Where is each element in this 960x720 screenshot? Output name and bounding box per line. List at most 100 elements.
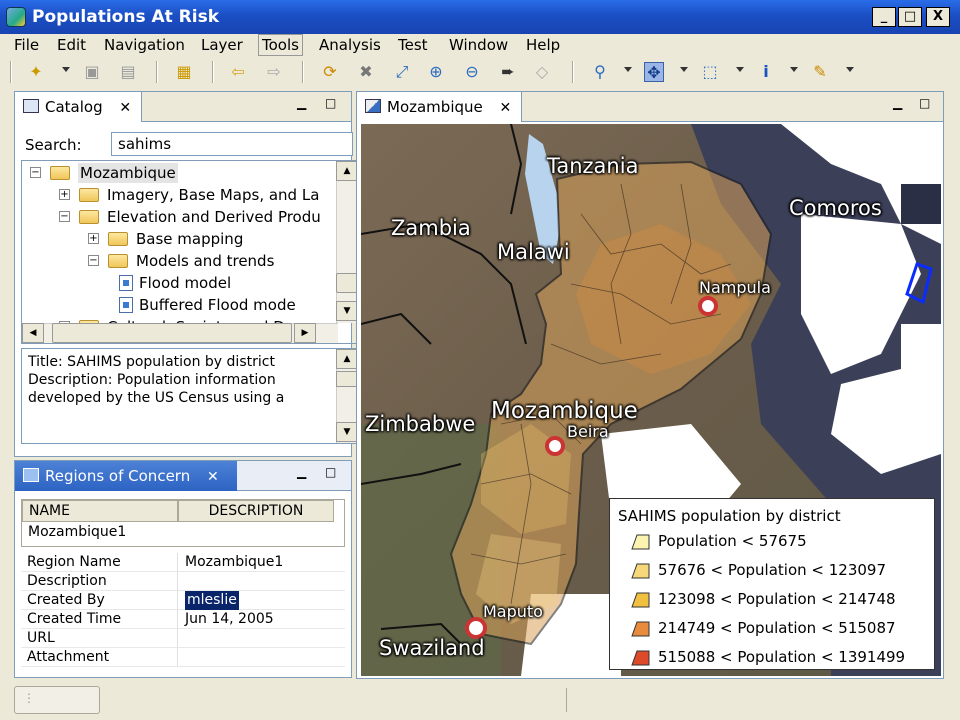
next-icon[interactable]: ➨ [498,62,518,82]
description-line: Description: Population information [28,372,276,388]
scroll-left-icon[interactable]: ◀ [22,323,44,343]
chevron-down-icon[interactable] [846,67,854,72]
menu-bar: File Edit Navigation Layer Tools Analysi… [0,34,960,56]
zoom-in-icon[interactable]: ⊕ [426,62,446,82]
zoom-out-icon[interactable]: ⊖ [462,62,482,82]
column-header-name[interactable]: NAME [22,500,178,522]
chevron-down-icon[interactable] [624,67,632,72]
maximize-icon[interactable]: □ [325,465,336,479]
tree-horizontal-scrollbar[interactable]: ◀ ▶ [22,323,338,343]
chevron-down-icon[interactable] [790,67,798,72]
property-row[interactable]: Description [21,572,345,591]
property-row[interactable]: Region Name Mozambique1 [21,553,345,572]
back-arrow-icon[interactable]: ⇦ [228,62,248,82]
catalog-tree: − Mozambique + Imagery, Base Maps, and La − E… [21,160,359,344]
scroll-thumb[interactable] [52,323,292,343]
eraser-icon[interactable]: ◇ [532,62,552,82]
property-divider [177,648,178,666]
scroll-thumb[interactable] [336,273,358,293]
legend-swatch-icon [630,533,650,551]
tab-regions-of-concern[interactable]: Regions of Concern ✕ [15,461,237,491]
chevron-down-icon[interactable] [736,67,744,72]
description-scrollbar[interactable]: ▲ ▼ [336,349,358,443]
tab-catalog[interactable]: Catalog ✕ [15,92,143,122]
select-rectangle-icon[interactable]: ⬚ [700,62,720,82]
catalog-panel: Catalog ✕ ▁ □ Search: − Mozambique + Imager… [14,91,359,457]
catalog-tab-header: Catalog ✕ ▁ □ [15,92,351,122]
tab-mozambique[interactable]: Mozambique ✕ [357,92,523,122]
property-row[interactable]: Created By mleslie [21,591,345,610]
folder-icon [108,232,128,246]
minimize-icon[interactable]: ▁ [297,465,306,479]
maximize-icon[interactable]: □ [325,96,336,110]
property-key: URL [27,630,55,646]
collapse-icon[interactable]: − [59,211,70,222]
table-row[interactable]: Mozambique1 [28,524,126,540]
search-label: Search: [25,136,82,154]
menu-file[interactable]: File [14,36,39,54]
chevron-down-icon[interactable] [680,67,688,72]
column-header-description[interactable]: DESCRIPTION [178,500,334,522]
refresh-icon[interactable]: ⟳ [320,62,340,82]
expand-icon[interactable]: + [88,233,99,244]
legend-label: 57676 < Population < 123097 [658,561,886,579]
menu-analysis[interactable]: Analysis [319,36,381,54]
tools-icon[interactable]: ✎ [810,62,830,82]
property-value[interactable]: Mozambique1 [185,553,283,572]
scroll-up-icon[interactable]: ▲ [336,349,358,369]
menu-tools[interactable]: Tools [258,34,303,56]
legend-label: 515088 < Population < 1391499 [658,648,906,666]
new-map-icon[interactable]: ▦ [174,62,194,82]
close-icon[interactable]: ✕ [500,100,512,116]
search-icon[interactable]: ⚲ [590,62,610,82]
close-button[interactable]: X [926,7,950,27]
collapse-icon[interactable]: − [30,167,41,178]
scroll-down-icon[interactable]: ▼ [336,422,358,442]
search-input[interactable] [111,132,353,156]
nampula-marker [698,296,718,316]
property-row[interactable]: Created Time Jun 14, 2005 [21,610,345,629]
maputo-marker [465,617,487,639]
scroll-down-icon[interactable]: ▼ [336,301,358,321]
minimize-icon[interactable]: ▁ [893,96,902,110]
close-icon[interactable]: ✕ [207,469,219,485]
property-value[interactable]: Jun 14, 2005 [185,610,274,629]
maximize-icon[interactable]: □ [919,96,930,110]
toolbar-separator [572,61,574,83]
save-icon[interactable]: ▣ [82,62,102,82]
menu-navigation[interactable]: Navigation [104,36,185,54]
property-row[interactable]: Attachment [21,648,345,667]
tree-node-label: Mozambique [78,163,178,183]
minimize-button[interactable]: _ [872,7,896,27]
property-value[interactable]: mleslie [185,591,239,610]
minimize-icon[interactable]: ▁ [297,96,306,110]
menu-test[interactable]: Test [398,36,428,54]
collapse-icon[interactable]: − [88,255,99,266]
property-key: Description [27,573,107,589]
pan-icon[interactable]: ✥ [644,62,664,82]
property-row[interactable]: URL [21,629,345,648]
chevron-down-icon[interactable] [62,67,70,72]
folder-icon [50,166,70,180]
zoom-extent-icon[interactable]: ⤢ [392,62,412,82]
new-icon[interactable]: ✦ [26,62,46,82]
menu-window[interactable]: Window [449,36,508,54]
expand-icon[interactable]: + [59,189,70,200]
maximize-button[interactable]: □ [898,7,922,27]
scroll-up-icon[interactable]: ▲ [336,161,358,181]
forward-arrow-icon[interactable]: ⇨ [264,62,284,82]
menu-edit[interactable]: Edit [57,36,86,54]
menu-help[interactable]: Help [526,36,560,54]
label-comoros: Comoros [789,196,882,220]
folder-icon [79,188,99,202]
stop-icon[interactable]: ✖ [356,62,376,82]
toolbar: ✦ ▣ ▤ ▦ ⇦ ⇨ ⟳ ✖ ⤢ ⊕ ⊖ ➨ ◇ ⚲ ✥ ⬚ i ✎ [0,57,960,87]
scroll-right-icon[interactable]: ▶ [294,323,316,343]
tree-vertical-scrollbar[interactable]: ▲ ▼ [336,161,358,323]
tree-node-label: Flood model [139,274,232,292]
menu-layer[interactable]: Layer [201,36,243,54]
scroll-thumb[interactable] [336,371,358,387]
save-all-icon[interactable]: ▤ [118,62,138,82]
close-icon[interactable]: ✕ [119,100,131,116]
info-icon[interactable]: i [756,62,776,82]
